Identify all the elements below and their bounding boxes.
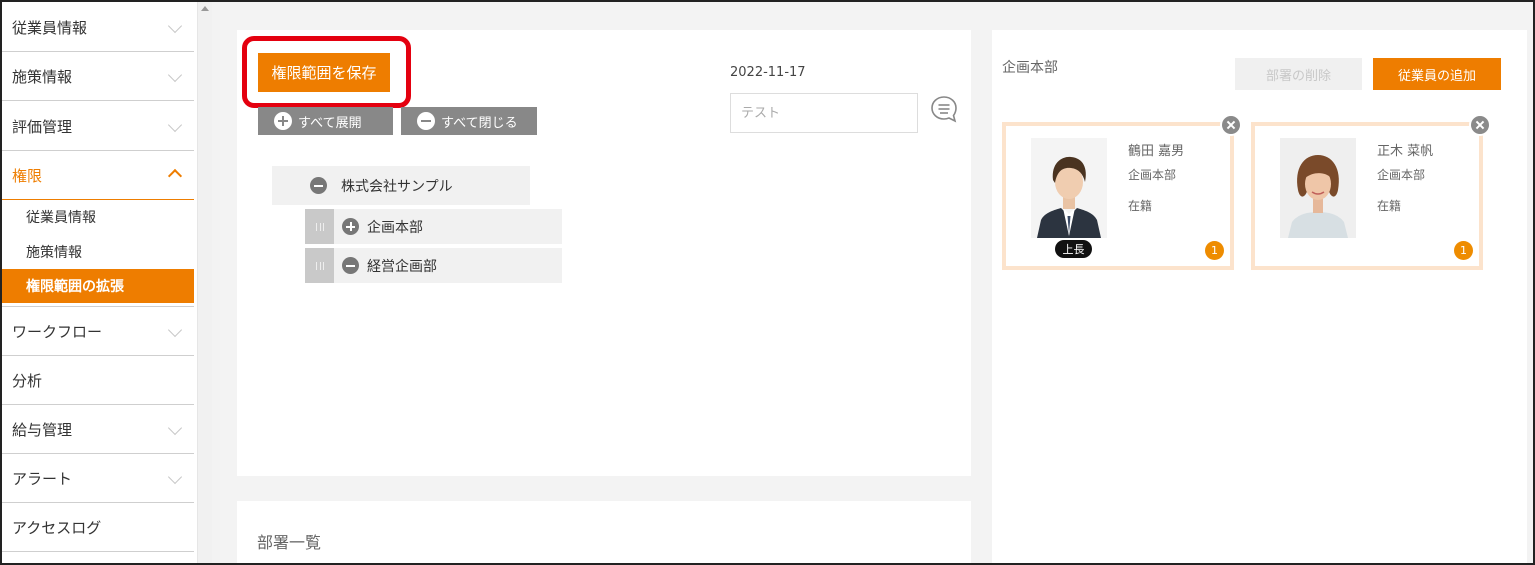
nav-item-measures[interactable]: 施策情報: [0, 52, 194, 101]
expand-all-button[interactable]: すべて展開: [258, 107, 393, 135]
subnav-permission-scope[interactable]: 権限範囲の拡張: [0, 269, 194, 303]
nav-label: ワークフロー: [12, 322, 103, 341]
chevron-up-icon: [167, 168, 183, 184]
add-employee-button[interactable]: 従業員の追加: [1373, 58, 1501, 90]
subnav-label: 従業員情報: [26, 210, 96, 226]
chevron-down-icon: [167, 117, 183, 133]
nav-item-evaluation[interactable]: 評価管理: [0, 102, 194, 151]
nav-item-workflow[interactable]: ワークフロー: [0, 306, 194, 356]
subnav-label: 施策情報: [26, 245, 82, 261]
chevron-down-icon: [167, 420, 183, 436]
tree-node-label: 株式会社サンプル: [341, 178, 453, 195]
collapse-node-icon[interactable]: [310, 177, 327, 194]
chevron-down-icon: [167, 18, 183, 34]
tree-node-label: 経営企画部: [367, 258, 437, 275]
sidebar-scrollbar[interactable]: [197, 0, 212, 565]
memo-input[interactable]: [730, 93, 918, 133]
comment-icon[interactable]: [929, 94, 959, 124]
collapse-node-icon[interactable]: [342, 257, 359, 274]
nav-item-payroll[interactable]: 給与管理: [0, 405, 194, 454]
nav-label: 給与管理: [12, 420, 73, 439]
nav-label: 分析: [12, 371, 43, 390]
collapse-all-button[interactable]: すべて閉じる: [401, 107, 537, 135]
nav-label: アラート: [12, 469, 73, 488]
nav-label: アクセスログ: [12, 518, 102, 537]
count-badge: 1: [1454, 241, 1473, 260]
nav-item-alert[interactable]: アラート: [0, 454, 194, 503]
remove-employee-icon[interactable]: [1469, 114, 1491, 136]
employee-name: 正木 菜帆: [1377, 144, 1434, 159]
chevron-down-icon: [167, 469, 183, 485]
employee-card[interactable]: 鶴田 嘉男 企画本部 在籍 上長 1: [1002, 114, 1242, 270]
department-list-title: 部署一覧: [257, 533, 322, 552]
save-scope-button[interactable]: 権限範囲を保存: [258, 53, 390, 92]
employee-department: 企画本部: [1377, 168, 1426, 182]
tree-node-label: 企画本部: [367, 219, 423, 236]
chevron-down-icon: [167, 67, 183, 83]
manager-badge: 上長: [1055, 240, 1092, 258]
department-title: 企画本部: [1002, 60, 1058, 76]
department-list-panel: 部署一覧: [237, 501, 971, 565]
nav-label: 施策情報: [12, 67, 73, 86]
drag-handle-icon[interactable]: [305, 248, 334, 283]
tree-node-root[interactable]: 株式会社サンプル: [272, 166, 530, 205]
employee-name: 鶴田 嘉男: [1128, 144, 1185, 159]
org-tree-panel: 権限範囲を保存 すべて展開 すべて閉じる 2022-11-17 株式会社サンプル…: [237, 30, 971, 476]
nav-item-analysis[interactable]: 分析: [0, 356, 194, 405]
nav-label: 評価管理: [12, 117, 73, 136]
expand-node-icon[interactable]: [342, 218, 359, 235]
scroll-up-arrow-icon[interactable]: [201, 6, 209, 11]
employee-department: 企画本部: [1128, 168, 1177, 182]
remove-employee-icon[interactable]: [1220, 114, 1242, 136]
subnav-employee-info[interactable]: 従業員情報: [0, 200, 194, 234]
sidebar: 従業員情報 施策情報 評価管理 権限 従業員情報 施策情報 権限範囲の拡張 ワー…: [0, 0, 212, 565]
tree-node-planning-hq[interactable]: 企画本部: [305, 209, 562, 244]
expand-all-label: すべて展開: [298, 115, 362, 131]
drag-handle-icon[interactable]: [305, 209, 334, 244]
nav-item-permissions[interactable]: 権限: [0, 151, 194, 200]
collapse-all-label: すべて閉じる: [441, 115, 518, 131]
employee-photo: [1031, 138, 1107, 238]
employee-status: 在籍: [1377, 199, 1402, 213]
nav-item-employee-info[interactable]: 従業員情報: [0, 3, 194, 52]
nav-item-access-log[interactable]: アクセスログ: [0, 503, 194, 552]
count-badge: 1: [1205, 241, 1224, 260]
chevron-down-icon: [167, 322, 183, 338]
tree-node-management-planning[interactable]: 経営企画部: [305, 248, 562, 283]
plus-circle-icon: [274, 112, 292, 130]
nav-label: 従業員情報: [12, 18, 88, 37]
department-detail-panel: 企画本部 部署の削除 従業員の追加 鶴田 嘉男 企画本部 在籍 上長 1 正木 …: [992, 30, 1527, 565]
delete-department-button[interactable]: 部署の削除: [1235, 58, 1362, 90]
minus-circle-icon: [417, 112, 435, 130]
employee-card[interactable]: 正木 菜帆 企画本部 在籍 1: [1251, 114, 1491, 270]
subnav-label: 権限範囲の拡張: [26, 279, 124, 295]
subnav-measures[interactable]: 施策情報: [0, 235, 194, 269]
employee-status: 在籍: [1128, 199, 1153, 213]
nav-label: 権限: [12, 166, 43, 185]
memo-date: 2022-11-17: [730, 65, 806, 80]
employee-photo: [1280, 138, 1356, 238]
